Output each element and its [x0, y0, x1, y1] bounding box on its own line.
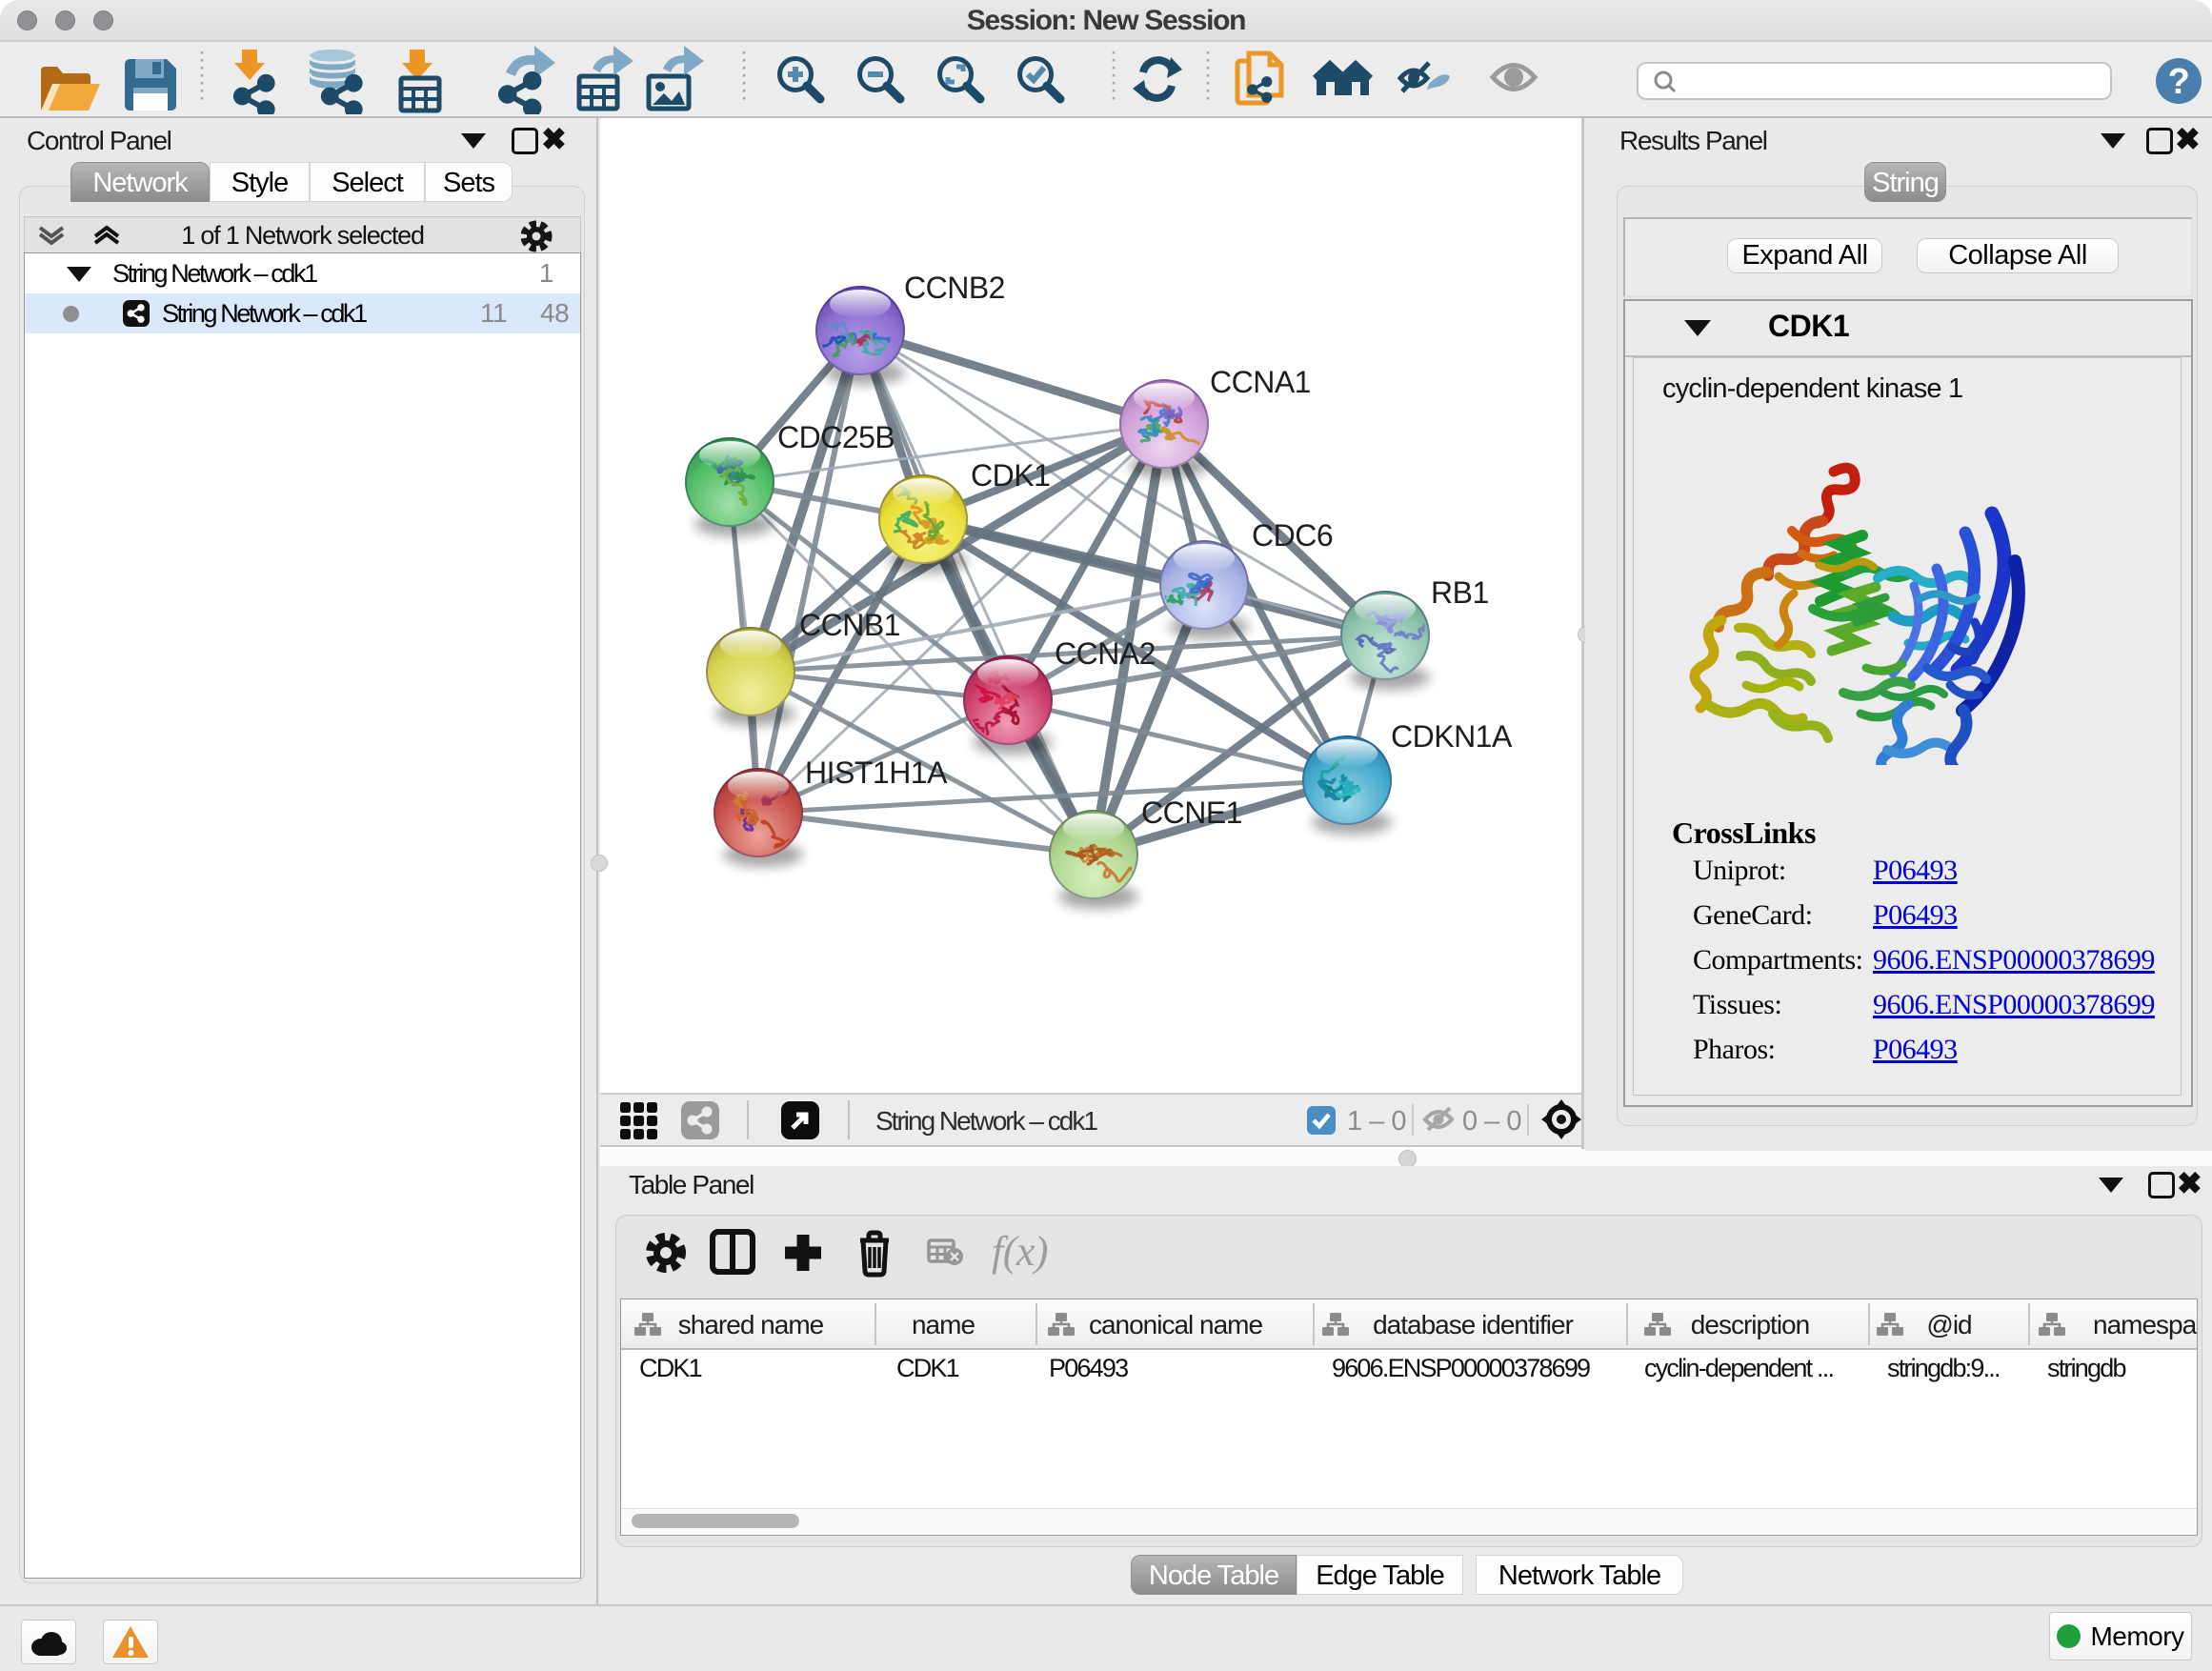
svg-text:namespac: namespac: [2093, 1310, 2197, 1339]
svg-text:CCNB2: CCNB2: [904, 271, 1005, 305]
svg-text:0 – 0: 0 – 0: [1462, 1106, 1521, 1137]
svg-text:CDC6: CDC6: [1252, 518, 1333, 553]
svg-text:CDK1: CDK1: [971, 458, 1050, 493]
svg-text:CCNE1: CCNE1: [1141, 795, 1242, 830]
svg-text:description: description: [1691, 1310, 1809, 1339]
svg-text:canonical name: canonical name: [1089, 1310, 1263, 1339]
svg-text:database identifier: database identifier: [1373, 1310, 1574, 1339]
svg-text:CCNA1: CCNA1: [1210, 365, 1311, 399]
svg-text:CCNB1: CCNB1: [799, 608, 900, 642]
svg-text:f(x): f(x): [992, 1228, 1048, 1275]
svg-text:@id: @id: [1926, 1310, 1971, 1339]
svg-text:?: ?: [2168, 62, 2190, 102]
svg-text:shared name: shared name: [678, 1310, 824, 1339]
svg-text:CDKN1A: CDKN1A: [1391, 719, 1513, 754]
svg-text:String Network – cdk1: String Network – cdk1: [875, 1106, 1097, 1136]
svg-text:RB1: RB1: [1431, 575, 1489, 610]
svg-text:1 – 0: 1 – 0: [1347, 1106, 1406, 1137]
svg-text:CCNA2: CCNA2: [1055, 636, 1156, 671]
svg-text:name: name: [912, 1310, 975, 1339]
svg-text:HIST1H1A: HIST1H1A: [805, 755, 948, 790]
svg-text:CDC25B: CDC25B: [777, 420, 895, 454]
